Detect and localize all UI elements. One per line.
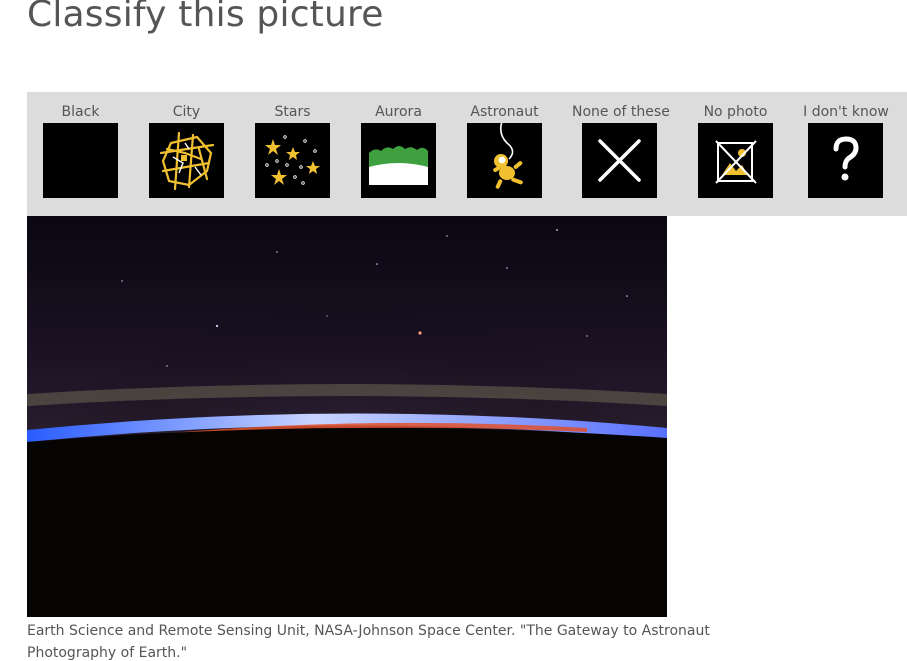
photo-credit-caption: Earth Science and Remote Sensing Unit, N… [27,623,710,661]
aurora-icon[interactable] [361,123,436,198]
choice-bar: Black City Stars Aurora Astronaut None o… [27,92,907,216]
choice-label: Stars [274,104,311,120]
choice-label: I don't know [803,104,889,120]
astronaut-icon[interactable] [467,123,542,198]
earth-limb-photo [27,216,667,617]
choice-label: Astronaut [470,104,539,120]
classification-page: Classify this picture Black City Stars A… [0,0,907,661]
cross-icon[interactable] [582,123,657,198]
page-title: Classify this picture [27,0,384,35]
choice-label: Aurora [375,104,422,120]
choice-label: City [172,104,201,120]
no-photo-icon[interactable] [698,123,773,198]
choice-label: No photo [703,104,768,120]
question-mark-icon[interactable] [808,123,883,198]
choice-label: Black [61,104,100,120]
black-square-icon[interactable] [43,123,118,198]
choice-label: None of these [572,104,670,120]
city-map-icon[interactable] [149,123,224,198]
stars-icon[interactable] [255,123,330,198]
